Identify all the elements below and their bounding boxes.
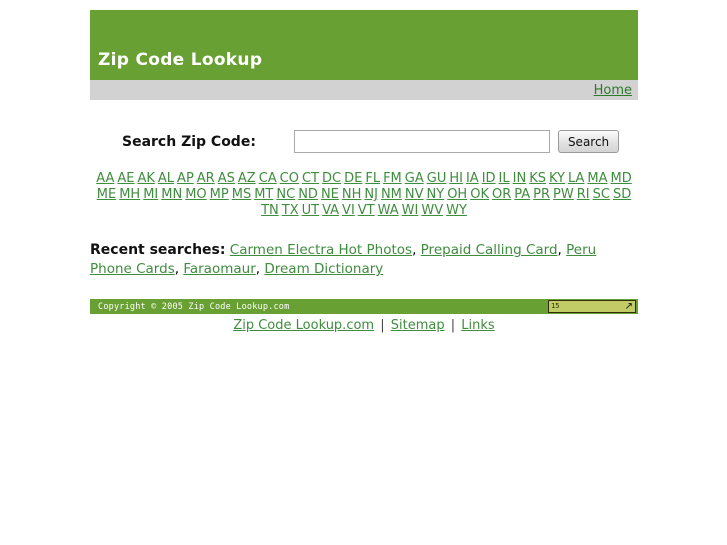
recent-searches-label: Recent searches: <box>90 242 226 258</box>
recent-search-separator: , <box>412 242 421 258</box>
state-link-nj[interactable]: NJ <box>364 187 378 202</box>
state-link-me[interactable]: ME <box>97 187 116 202</box>
state-link-la[interactable]: LA <box>568 171 584 186</box>
state-link-ap[interactable]: AP <box>177 171 194 186</box>
top-navbar: Home <box>90 78 638 100</box>
state-link-ms[interactable]: MS <box>232 187 251 202</box>
state-link-oh[interactable]: OH <box>447 187 467 202</box>
state-link-mt[interactable]: MT <box>254 187 273 202</box>
state-link-ny[interactable]: NY <box>427 187 445 202</box>
site-header: Zip Code Lookup <box>90 10 638 78</box>
footer-link-separator: | <box>446 318 460 333</box>
recent-search-link[interactable]: Carmen Electra Hot Photos <box>230 242 412 258</box>
recent-searches: Recent searches: Carmen Electra Hot Phot… <box>90 241 638 279</box>
search-form: Search Zip Code: Search <box>90 130 638 153</box>
state-link-nm[interactable]: NM <box>381 187 402 202</box>
state-link-dc[interactable]: DC <box>322 171 341 186</box>
state-link-fm[interactable]: FM <box>383 171 402 186</box>
recent-search-separator: , <box>557 242 567 258</box>
state-link-ne[interactable]: NE <box>321 187 339 202</box>
state-link-ga[interactable]: GA <box>405 171 424 186</box>
state-link-mn[interactable]: MN <box>161 187 182 202</box>
state-link-fl[interactable]: FL <box>365 171 380 186</box>
counter-badge-count: 15 <box>551 302 560 310</box>
state-link-tx[interactable]: TX <box>282 203 299 218</box>
footer-link-separator: | <box>376 318 389 333</box>
footer-links: Zip Code Lookup.com | Sitemap | Links <box>90 318 638 333</box>
state-link-ks[interactable]: KS <box>529 171 546 186</box>
state-link-va[interactable]: VA <box>322 203 339 218</box>
state-link-md[interactable]: MD <box>611 171 632 186</box>
copyright-text: Copyright © 2005 Zip Code Lookup.com <box>98 301 290 312</box>
state-link-pw[interactable]: PW <box>553 187 574 202</box>
external-link-arrow-icon: ↗ <box>624 300 633 312</box>
state-link-hi[interactable]: HI <box>449 171 463 186</box>
nav-link-home[interactable]: Home <box>594 83 632 98</box>
state-link-ok[interactable]: OK <box>470 187 489 202</box>
state-link-ri[interactable]: RI <box>577 187 590 202</box>
state-link-nc[interactable]: NC <box>276 187 295 202</box>
state-link-aa[interactable]: AA <box>96 171 114 186</box>
state-link-id[interactable]: ID <box>482 171 496 186</box>
state-link-wi[interactable]: WI <box>402 203 419 218</box>
state-link-il[interactable]: IL <box>499 171 510 186</box>
state-link-mo[interactable]: MO <box>185 187 206 202</box>
recent-search-link[interactable]: Dream Dictionary <box>264 261 383 277</box>
state-link-ut[interactable]: UT <box>302 203 319 218</box>
state-link-mp[interactable]: MP <box>210 187 229 202</box>
page-container: Zip Code Lookup Home Search Zip Code: Se… <box>90 0 638 333</box>
state-link-wy[interactable]: WY <box>446 203 467 218</box>
state-link-al[interactable]: AL <box>158 171 174 186</box>
state-link-nh[interactable]: NH <box>342 187 362 202</box>
state-link-pr[interactable]: PR <box>533 187 550 202</box>
state-links-row-1: AA AE AK AL AP AR AS AZ CA CO CT DC DE F… <box>92 171 636 187</box>
page-title: Zip Code Lookup <box>98 50 263 70</box>
state-link-nv[interactable]: NV <box>405 187 424 202</box>
state-link-az[interactable]: AZ <box>238 171 256 186</box>
state-link-mi[interactable]: MI <box>143 187 158 202</box>
state-links: AA AE AK AL AP AR AS AZ CA CO CT DC DE F… <box>90 171 638 219</box>
state-link-tn[interactable]: TN <box>261 203 279 218</box>
state-link-as[interactable]: AS <box>218 171 235 186</box>
state-link-pa[interactable]: PA <box>514 187 530 202</box>
state-links-row-3: TN TX UT VA VI VT WA WI WV WY <box>92 203 636 219</box>
state-link-nd[interactable]: ND <box>298 187 318 202</box>
search-label: Search Zip Code: <box>122 133 256 150</box>
counter-badge[interactable]: 15 ↗ <box>548 300 636 313</box>
state-link-de[interactable]: DE <box>344 171 362 186</box>
recent-search-link[interactable]: Prepaid Calling Card <box>421 242 558 258</box>
state-link-ky[interactable]: KY <box>549 171 565 186</box>
state-link-vt[interactable]: VT <box>358 203 375 218</box>
recent-search-link[interactable]: Faraomaur <box>183 261 255 277</box>
state-link-sc[interactable]: SC <box>593 187 610 202</box>
search-button[interactable]: Search <box>557 130 620 153</box>
state-link-ct[interactable]: CT <box>302 171 319 186</box>
state-link-or[interactable]: OR <box>492 187 511 202</box>
state-link-ca[interactable]: CA <box>259 171 277 186</box>
state-link-co[interactable]: CO <box>280 171 299 186</box>
state-link-ae[interactable]: AE <box>117 171 134 186</box>
footer-link-links[interactable]: Links <box>461 318 494 333</box>
footer-link-zip-code-lookup-com[interactable]: Zip Code Lookup.com <box>233 318 374 333</box>
state-link-ak[interactable]: AK <box>137 171 154 186</box>
state-link-mh[interactable]: MH <box>119 187 140 202</box>
state-links-row-2: ME MH MI MN MO MP MS MT NC ND NE NH NJ N… <box>92 187 636 203</box>
footer-bar: Copyright © 2005 Zip Code Lookup.com 15 … <box>90 299 638 314</box>
state-link-ar[interactable]: AR <box>197 171 215 186</box>
state-link-wv[interactable]: WV <box>421 203 443 218</box>
state-link-sd[interactable]: SD <box>613 187 631 202</box>
footer-link-sitemap[interactable]: Sitemap <box>391 318 445 333</box>
state-link-gu[interactable]: GU <box>427 171 447 186</box>
state-link-in[interactable]: IN <box>513 171 527 186</box>
state-link-ma[interactable]: MA <box>587 171 607 186</box>
search-input[interactable] <box>293 130 550 153</box>
state-link-vi[interactable]: VI <box>342 203 355 218</box>
state-link-wa[interactable]: WA <box>378 203 399 218</box>
state-link-ia[interactable]: IA <box>466 171 479 186</box>
